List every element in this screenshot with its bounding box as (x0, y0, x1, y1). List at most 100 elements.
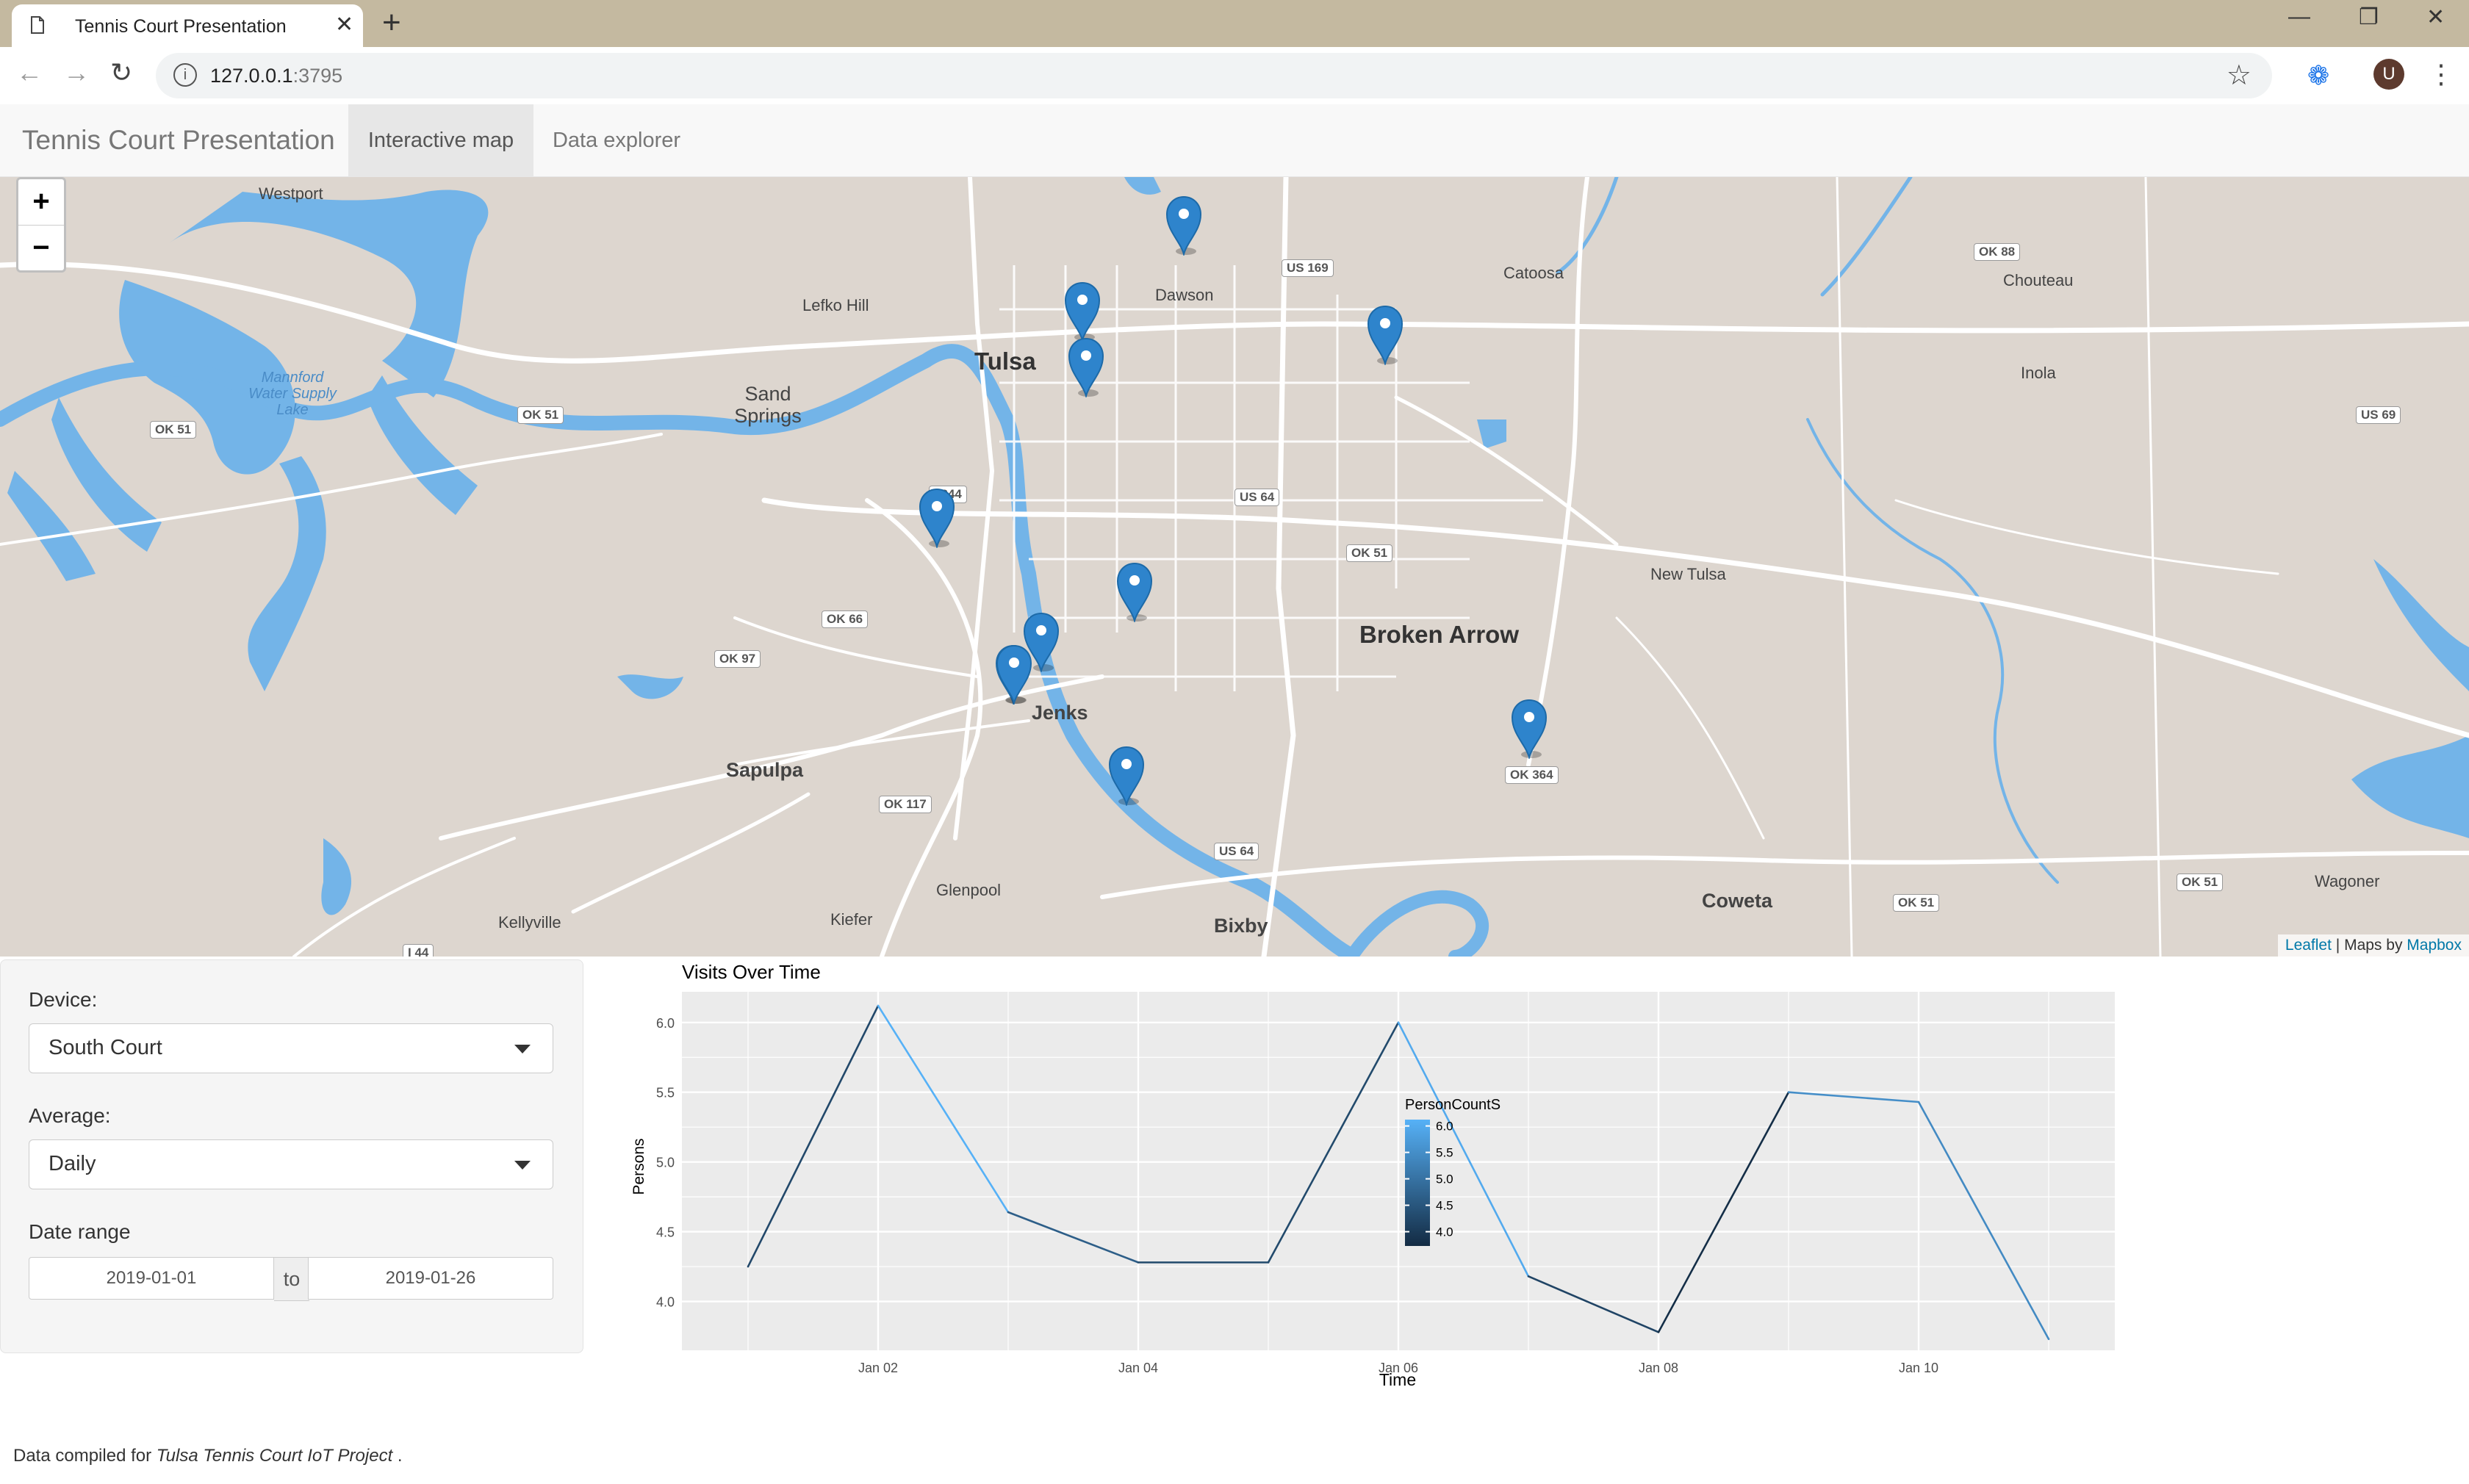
visits-chart: Visits Over Time 4.0 4.5 5.0 5.5 6.0 Jan 02 Ja… (630, 961, 2115, 1389)
legend-title: PersonCountS (1405, 1097, 1501, 1113)
chart-xlabel: Time (1379, 1370, 1416, 1389)
dropdown-caret-icon (514, 1045, 531, 1053)
browser-menu-icon[interactable]: ⋮ (2428, 59, 2454, 90)
place-wagoner: Wagoner (2315, 872, 2380, 890)
court-marker-icon[interactable] (919, 488, 955, 550)
place-kiefer: Kiefer (830, 910, 873, 929)
date-range-label: Date range (29, 1220, 131, 1243)
legend-label: 5.0 (1436, 1173, 1453, 1186)
window-close-icon[interactable]: ✕ (2426, 4, 2445, 30)
route-shield: US 169 (1282, 259, 1334, 277)
place-inola: Inola (2021, 364, 2056, 382)
restore-icon[interactable]: ❐ (2359, 4, 2379, 30)
tab-data-explorer[interactable]: Data explorer (541, 104, 692, 176)
project-name: Tulsa Tennis Court IoT Project (156, 1446, 393, 1466)
leaflet-link[interactable]: Leaflet (2285, 937, 2332, 954)
place-tulsa: Tulsa (974, 347, 1036, 375)
legend-label: 4.5 (1436, 1199, 1453, 1213)
route-shield: OK 66 (822, 610, 869, 628)
tab-interactive-map[interactable]: Interactive map (348, 104, 533, 176)
route-shield: OK 51 (2177, 874, 2224, 891)
back-icon[interactable]: ← (16, 57, 43, 88)
average-value: Daily (48, 1152, 96, 1175)
place-new-tulsa: New Tulsa (1650, 565, 1726, 583)
new-tab-icon[interactable]: + (382, 4, 401, 41)
place-jenks: Jenks (1032, 702, 1088, 724)
app-brand[interactable]: Tennis Court Presentation (22, 125, 335, 156)
site-info-icon[interactable]: i (173, 63, 197, 87)
extension-icon[interactable]: ❁ (2307, 60, 2329, 91)
zoom-out-button[interactable]: − (18, 226, 64, 271)
legend-label: 6.0 (1436, 1120, 1453, 1134)
y-tick-label: 5.0 (656, 1156, 675, 1170)
route-shield: OK 364 (1505, 766, 1559, 784)
route-shield: OK 88 (1974, 243, 2021, 261)
address-bar[interactable]: i 127.0.0.1:3795 ☆ (156, 53, 2272, 98)
place-catoosa: Catoosa (1503, 264, 1564, 282)
court-marker-icon[interactable] (1511, 699, 1548, 760)
average-select[interactable]: Daily (29, 1139, 553, 1189)
map-base-layer (0, 177, 2469, 957)
court-marker-icon[interactable] (1367, 305, 1404, 367)
place-westport: Westport (259, 184, 323, 203)
x-tick-label: Jan 08 (1639, 1361, 1678, 1375)
x-tick-label: Jan 10 (1899, 1361, 1938, 1375)
court-marker-icon[interactable] (1068, 337, 1104, 399)
chart-title: Visits Over Time (682, 961, 821, 983)
route-shield: US 69 (2356, 406, 2401, 424)
court-marker-icon[interactable] (996, 644, 1032, 706)
route-shield: OK 51 (150, 421, 197, 439)
map-attribution: Leaflet | Maps by Mapbox (2277, 934, 2469, 957)
browser-tab[interactable]: Tennis Court Presentation ✕ (12, 4, 363, 47)
y-tick-label: 5.5 (656, 1086, 675, 1101)
device-value: South Court (48, 1036, 162, 1059)
footer-note: Data compiled for Tulsa Tennis Court IoT… (13, 1446, 403, 1466)
y-tick-label: 4.5 (656, 1225, 675, 1240)
court-marker-icon[interactable] (1165, 195, 1202, 257)
place-coweta: Coweta (1702, 890, 1773, 912)
date-end-input[interactable]: 2019-01-26 (308, 1257, 553, 1300)
mapbox-link[interactable]: Mapbox (2407, 937, 2462, 954)
device-label: Device: (29, 988, 98, 1011)
court-marker-icon[interactable] (1064, 281, 1101, 343)
y-tick-label: 4.0 (656, 1295, 675, 1310)
x-tick-label: Jan 04 (1118, 1361, 1158, 1375)
route-shield: OK 51 (1893, 894, 1940, 912)
legend-label: 5.5 (1436, 1146, 1453, 1160)
minimize-icon[interactable]: — (2288, 4, 2310, 29)
legend-colorbar (1405, 1120, 1430, 1246)
browser-tab-strip: Tennis Court Presentation ✕ + — ❐ ✕ (0, 0, 2469, 47)
zoom-in-button[interactable]: + (18, 179, 64, 226)
y-tick-label: 6.0 (656, 1016, 675, 1031)
bookmark-star-icon[interactable]: ☆ (2227, 59, 2251, 92)
url-text: 127.0.0.1:3795 (210, 65, 343, 87)
place-kellyville: Kellyville (498, 913, 561, 932)
x-tick-label: Jan 02 (858, 1361, 898, 1375)
date-start-input[interactable]: 2019-01-01 (29, 1257, 274, 1300)
tab-close-icon[interactable]: ✕ (335, 12, 353, 37)
interactive-map[interactable]: Westport Lefko Hill Tulsa Dawson Catoosa… (0, 177, 2469, 957)
court-marker-icon[interactable] (1116, 562, 1153, 624)
place-chouteau: Chouteau (2003, 271, 2074, 289)
forward-icon[interactable]: → (63, 57, 90, 88)
route-shield: US 64 (1214, 843, 1259, 860)
date-range-separator: to (274, 1257, 309, 1301)
reload-icon[interactable]: ↻ (110, 57, 132, 88)
court-marker-icon[interactable] (1108, 746, 1145, 807)
place-dawson: Dawson (1155, 286, 1214, 304)
place-sapulpa: Sapulpa (726, 759, 804, 781)
place-lefko-hill: Lefko Hill (802, 296, 869, 314)
route-shield: OK 117 (879, 796, 932, 813)
tab-title: Tennis Court Presentation (75, 16, 287, 37)
device-select[interactable]: South Court (29, 1023, 553, 1073)
route-shield: OK 97 (714, 650, 761, 668)
plot-area: 4.04.55.05.56.0Jan 02 Jan 04 Jan 06 Jan 08 J… (656, 992, 2115, 1375)
route-shield: US 64 (1234, 489, 1280, 506)
dropdown-caret-icon (514, 1161, 531, 1170)
app-navbar: Tennis Court Presentation Interactive ma… (0, 104, 2469, 177)
profile-avatar[interactable]: U (2373, 59, 2404, 90)
route-shield: I 44 (403, 944, 434, 957)
browser-toolbar: ← → ↻ i 127.0.0.1:3795 ☆ ❁ U ⋮ (0, 47, 2469, 105)
place-mannford-lake: Mannford Water Supply Lake (248, 370, 337, 418)
route-shield: OK 51 (517, 406, 564, 424)
